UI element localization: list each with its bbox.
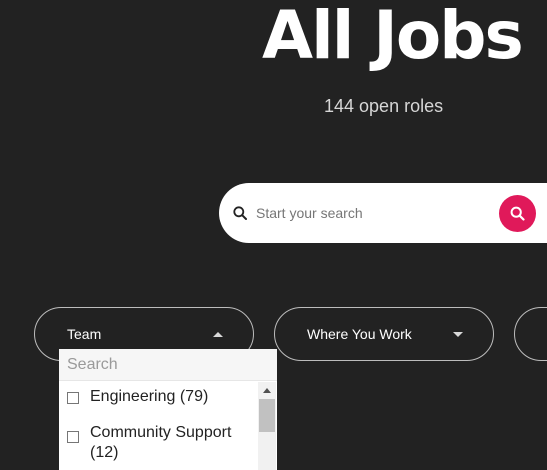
scroll-up-arrow-icon[interactable] <box>263 388 271 393</box>
team-option-engineering[interactable]: Engineering (79) <box>59 383 259 419</box>
team-dropdown-panel: Engineering (79) Community Support (12) <box>59 349 277 470</box>
search-icon <box>233 206 247 220</box>
team-option-label: Community Support (12) <box>90 424 232 461</box>
where-you-work-filter-label: Where You Work <box>307 326 412 342</box>
team-option-community-support[interactable]: Community Support (12) <box>59 419 259 463</box>
additional-filter-dropdown[interactable] <box>514 307 547 361</box>
scroll-thumb[interactable] <box>259 399 275 432</box>
team-list-scrollbar[interactable] <box>258 382 276 470</box>
page-title: All Jobs <box>262 0 524 74</box>
chevron-down-icon <box>453 332 463 337</box>
open-roles-count: 144 open roles <box>324 96 444 116</box>
job-search-bar <box>219 183 547 243</box>
search-icon <box>510 206 525 221</box>
team-options-list: Engineering (79) Community Support (12) <box>59 383 259 463</box>
team-option-label: Engineering (79) <box>90 388 209 405</box>
team-filter-label: Team <box>67 326 102 342</box>
job-search-input[interactable] <box>256 201 486 225</box>
team-search-input[interactable] <box>59 349 277 381</box>
chevron-up-icon <box>213 332 223 337</box>
community-support-checkbox[interactable] <box>67 431 79 443</box>
where-you-work-filter-dropdown[interactable]: Where You Work <box>274 307 494 361</box>
search-submit-button[interactable] <box>499 195 536 232</box>
engineering-checkbox[interactable] <box>67 392 79 404</box>
